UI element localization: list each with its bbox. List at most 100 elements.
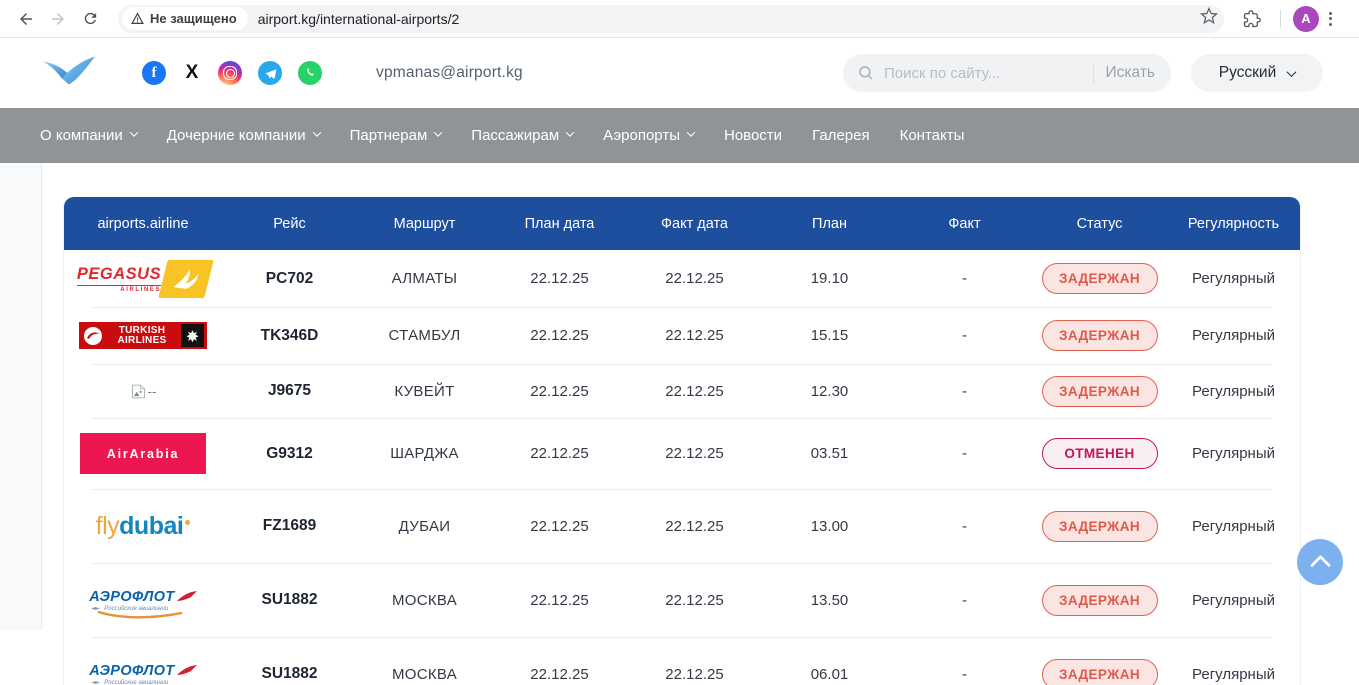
toolbar-separator (1280, 10, 1281, 28)
main-nav-list: О компании Дочерние компании Партнерам П… (0, 108, 1359, 163)
route: МОСКВА (357, 592, 492, 609)
flydubai-dot (185, 520, 190, 525)
fact-date: 22.12.25 (627, 383, 762, 400)
airline-logo-cell: -- (64, 383, 222, 400)
chevron-down-icon (312, 128, 320, 136)
whatsapp-icon[interactable] (298, 61, 322, 85)
table-zone: airports.airlineРейсМаршрутПлан датаФакт… (42, 163, 1359, 630)
plan-time: 13.50 (762, 592, 897, 609)
browser-menu-button[interactable] (1323, 6, 1338, 32)
plan-time: 19.10 (762, 270, 897, 287)
flight-row: АЭРОФЛОТ Российские авиалинии SU1882 МОС… (64, 563, 1300, 637)
nav-item-1[interactable]: О компании (40, 127, 137, 144)
language-selector[interactable]: Русский (1191, 54, 1323, 92)
fact-time: - (897, 518, 1032, 535)
flight-number: PC702 (222, 270, 357, 288)
chevron-down-icon (129, 128, 137, 136)
regularity: Регулярный (1167, 592, 1300, 609)
flight-row: АЭРОФЛОТ Российские авиалинии SU1882 МОС… (64, 637, 1300, 685)
aeroflot-logo: АЭРОФЛОТ Российские авиалинии (89, 589, 196, 612)
flight-number: G9312 (222, 445, 357, 463)
flight-board-table: airports.airlineРейсМаршрутПлан датаФакт… (63, 197, 1301, 685)
scroll-to-top-button[interactable] (1297, 539, 1343, 585)
url-text[interactable]: airport.kg/international-airports/2 (258, 11, 1200, 27)
aeroflot-logo: АЭРОФЛОТ Российские авиалинии (89, 663, 196, 685)
regularity: Регулярный (1167, 327, 1300, 344)
facebook-icon[interactable]: f (142, 61, 166, 85)
fact-date: 22.12.25 (627, 666, 762, 683)
fact-date: 22.12.25 (627, 270, 762, 287)
nav-item-4[interactable]: Пассажирам (471, 127, 573, 144)
plan-date: 22.12.25 (492, 592, 627, 609)
flight-number: FZ1689 (222, 517, 357, 535)
flight-number: J9675 (222, 382, 357, 400)
fact-time: - (897, 327, 1032, 344)
plan-date: 22.12.25 (492, 518, 627, 535)
nav-item-2[interactable]: Дочерние компании (167, 127, 320, 144)
telegram-icon[interactable] (258, 61, 282, 85)
airline-logo-cell: АЭРОФЛОТ Российские авиалинии (64, 589, 222, 612)
column-header: План (762, 216, 897, 232)
security-chip[interactable]: Не защищено (122, 7, 248, 30)
plan-time: 12.30 (762, 383, 897, 400)
search-input[interactable] (884, 65, 1087, 82)
regularity: Регулярный (1167, 270, 1300, 287)
chevron-down-icon (1287, 67, 1297, 77)
url-bar[interactable]: Не защищено airport.kg/international-air… (118, 5, 1224, 33)
forward-button[interactable] (42, 3, 74, 35)
x-icon[interactable]: X (182, 61, 202, 85)
fact-date: 22.12.25 (627, 518, 762, 535)
route: АЛМАТЫ (357, 270, 492, 287)
column-header: Регулярность (1167, 216, 1300, 232)
nav-item-7[interactable]: Галерея (812, 127, 870, 144)
flight-number: TK346D (222, 327, 357, 345)
pegasus-flag-icon (158, 260, 213, 298)
back-button[interactable] (10, 3, 42, 35)
nav-item-3[interactable]: Партнерам (350, 127, 442, 144)
extensions-button[interactable] (1236, 3, 1268, 35)
regularity: Регулярный (1167, 445, 1300, 462)
plan-time: 06.01 (762, 666, 897, 683)
nav-item-5[interactable]: Аэропорты (603, 127, 694, 144)
nav-item-8[interactable]: Контакты (900, 127, 965, 144)
browser-window: Не защищено airport.kg/international-air… (0, 0, 1359, 685)
site-search: Искать (843, 54, 1171, 92)
security-label: Не защищено (150, 11, 237, 26)
forward-arrow-icon (49, 10, 67, 28)
search-divider (1093, 62, 1094, 84)
reload-button[interactable] (74, 3, 106, 35)
broken-image-placeholder: -- (130, 383, 157, 400)
language-label: Русский (1219, 64, 1277, 82)
nav-item-6[interactable]: Новости (724, 127, 782, 144)
bookmark-star-icon[interactable] (1200, 7, 1218, 30)
turkish-airlines-logo: TURKISH AIRLINES (79, 322, 207, 349)
route: ДУБАИ (357, 518, 492, 535)
search-button[interactable]: Искать (1106, 64, 1155, 82)
chevron-up-icon (1309, 554, 1330, 575)
fact-date: 22.12.25 (627, 592, 762, 609)
status-badge: ЗАДЕРЖАН (1042, 511, 1158, 542)
chevron-down-icon (566, 128, 574, 136)
flight-row: TURKISH AIRLINES TK346D СТАМБУЛ 22.12.25… (64, 307, 1300, 364)
flight-row: fly dubai FZ1689 ДУБАИ 22.12.25 22.12.25… (64, 489, 1300, 563)
social-links: f X (142, 61, 322, 85)
aeroflot-wing-icon (177, 591, 197, 603)
status-badge: ЗАДЕРЖАН (1042, 376, 1158, 407)
plan-date: 22.12.25 (492, 383, 627, 400)
manas-airport-logo[interactable] (40, 52, 98, 95)
instagram-icon[interactable] (218, 61, 242, 85)
fact-time: - (897, 445, 1032, 462)
reload-icon (82, 10, 99, 27)
column-header: План дата (492, 216, 627, 232)
route: ШАРДЖА (357, 445, 492, 462)
contact-email[interactable]: vpmanas@airport.kg (376, 64, 523, 82)
air-arabia-logo: AirArabia (80, 433, 206, 474)
status-badge: ЗАДЕРЖАН (1042, 320, 1158, 351)
profile-avatar[interactable]: A (1293, 6, 1319, 32)
chevron-down-icon (687, 128, 695, 136)
plan-time: 03.51 (762, 445, 897, 462)
flight-table-body: PEGASUS AIRLINES PC702 АЛМАТЫ 22.12.25 2… (64, 250, 1300, 685)
plan-time: 15.15 (762, 327, 897, 344)
warning-icon (131, 12, 144, 25)
regularity: Регулярный (1167, 383, 1300, 400)
